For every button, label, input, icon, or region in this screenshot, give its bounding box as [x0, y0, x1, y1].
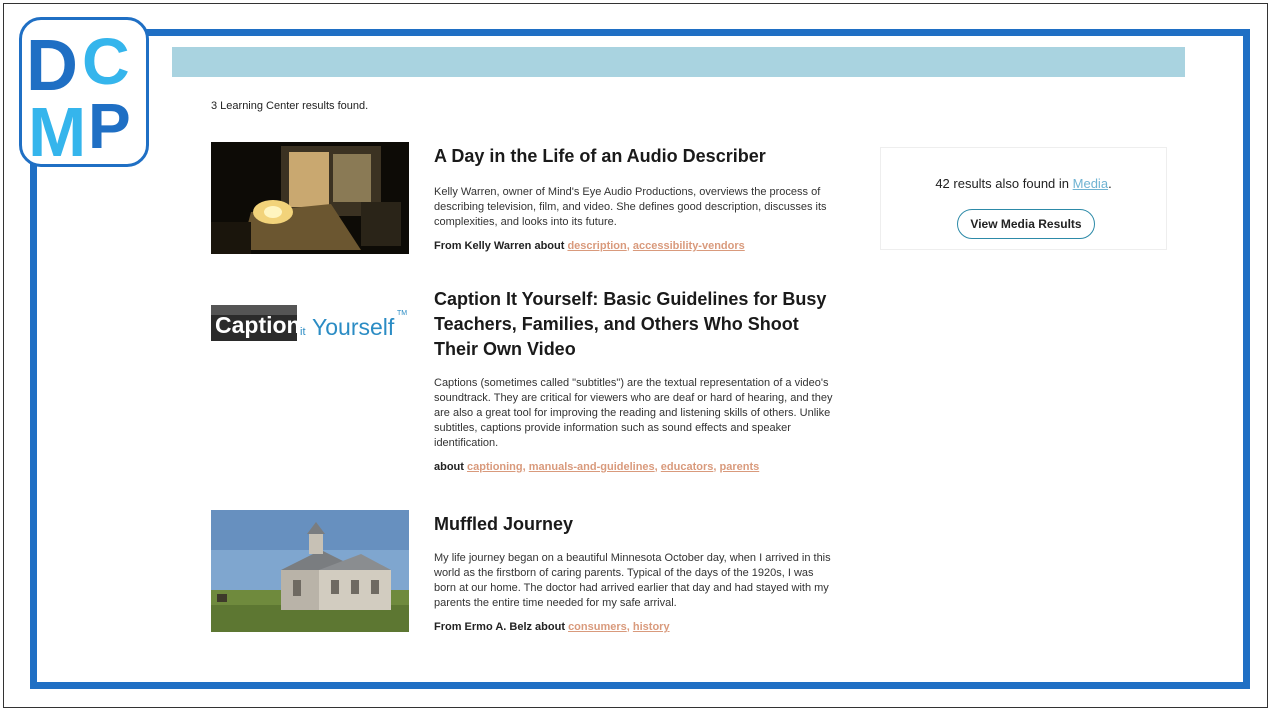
- dcmp-logo[interactable]: D C M P: [19, 17, 149, 167]
- logo-letter-m: M: [28, 93, 86, 164]
- media-results-panel: 42 results also found in Media. View Med…: [880, 147, 1167, 250]
- caption-it-yourself-logo: Caption it Yourself TM: [211, 305, 407, 341]
- media-results-period: .: [1108, 176, 1112, 191]
- result-item: Muffled Journey My life journey began on…: [211, 510, 851, 670]
- caption-logo-word-it: it: [300, 326, 306, 338]
- media-results-count-text: 42 results also found in: [935, 176, 1070, 191]
- media-link[interactable]: Media: [1073, 176, 1108, 191]
- results-count: 3 Learning Center results found.: [211, 100, 369, 112]
- tag-link[interactable]: captioning: [467, 461, 523, 473]
- caption-logo-trademark: TM: [397, 310, 407, 317]
- result-item: Caption it Yourself TM Caption It Yourse…: [211, 287, 851, 492]
- result-title[interactable]: Caption It Yourself: Basic Guidelines fo…: [434, 287, 834, 362]
- result-thumbnail-muffled-journey[interactable]: [211, 510, 409, 632]
- result-meta: From Ermo A. Belz about consumers, histo…: [434, 621, 670, 633]
- result-meta-prefix: about: [434, 461, 464, 473]
- result-body: Caption It Yourself: Basic Guidelines fo…: [434, 287, 834, 473]
- result-item: A Day in the Life of an Audio Describer …: [211, 142, 851, 262]
- result-meta-prefix: From Ermo A. Belz about: [434, 621, 565, 633]
- result-description: Kelly Warren, owner of Mind's Eye Audio …: [434, 186, 827, 228]
- tag-link[interactable]: consumers: [568, 621, 627, 633]
- tag-link[interactable]: history: [633, 621, 670, 633]
- page: D C M P 3 Learning Center results found.…: [0, 0, 1273, 713]
- header-band: [172, 47, 1185, 77]
- result-description: My life journey began on a beautiful Min…: [434, 552, 831, 609]
- result-description: Captions (sometimes called "subtitles") …: [434, 377, 833, 449]
- tag-link[interactable]: description: [567, 240, 626, 252]
- result-body: A Day in the Life of an Audio Describer …: [434, 142, 834, 252]
- result-thumbnail-caption-it-yourself[interactable]: Caption it Yourself TM: [211, 297, 409, 347]
- tag-link[interactable]: educators: [661, 461, 714, 473]
- logo-letter-c: C: [82, 24, 130, 98]
- result-meta-prefix: From Kelly Warren about: [434, 240, 565, 252]
- caption-logo-word-caption: Caption: [215, 312, 301, 338]
- result-body: Muffled Journey My life journey began on…: [434, 510, 834, 633]
- result-title[interactable]: A Day in the Life of an Audio Describer: [434, 144, 834, 169]
- caption-logo-word-yourself: Yourself: [312, 314, 395, 340]
- logo-letter-p: P: [88, 90, 131, 162]
- schoolhouse-photo: [211, 510, 409, 632]
- result-thumbnail-audio-describer[interactable]: [211, 142, 409, 254]
- result-meta: about captioning, manuals-and-guidelines…: [434, 461, 760, 473]
- result-meta: From Kelly Warren about description, acc…: [434, 240, 745, 252]
- tag-link[interactable]: parents: [720, 461, 760, 473]
- media-results-text: 42 results also found in Media.: [881, 176, 1166, 191]
- dcmp-logo-letters: D C M P: [26, 24, 131, 164]
- result-title[interactable]: Muffled Journey: [434, 512, 834, 537]
- tag-link[interactable]: accessibility-vendors: [633, 240, 745, 252]
- view-media-results-button[interactable]: View Media Results: [957, 209, 1095, 239]
- audio-describer-photo: [211, 142, 409, 254]
- tag-link[interactable]: manuals-and-guidelines: [529, 461, 655, 473]
